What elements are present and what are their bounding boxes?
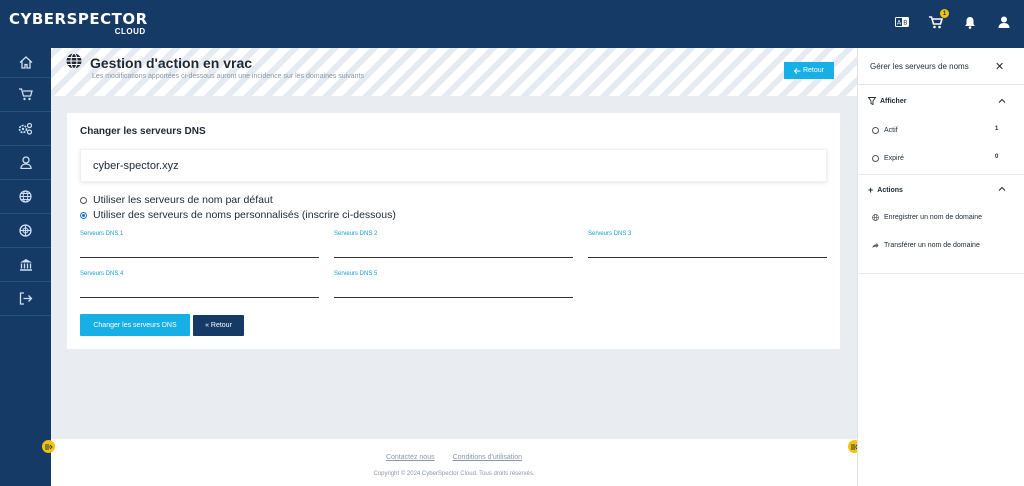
- language-icon[interactable]: AB: [894, 14, 910, 30]
- page-title: Gestion d'action en vrac: [90, 55, 253, 71]
- dns-field-2-label: Serveurs DNS 2: [334, 231, 378, 237]
- svg-text:A: A: [897, 20, 902, 27]
- filter-expired[interactable]: Expiré: [872, 155, 904, 162]
- user-icon: [19, 156, 32, 169]
- cart-count-badge: 1: [940, 9, 949, 18]
- brand-logo[interactable]: CYBERSPECTOR CLOUD: [9, 10, 148, 36]
- chevron-up-icon[interactable]: [998, 185, 1006, 193]
- footer: Contactez nous Conditions d'utilisation …: [51, 439, 857, 486]
- close-icon[interactable]: ✕: [995, 60, 1004, 73]
- bell-icon[interactable]: [962, 14, 978, 30]
- dns-card: Changer les serveurs DNS cyber-spector.x…: [67, 113, 840, 349]
- radio-default-ns-label: Utiliser les serveurs de nom par défaut: [93, 194, 273, 206]
- footer-copyright: Copyright © 2024 CyberSpector Cloud. Tou…: [373, 471, 535, 477]
- filter-expired-radio[interactable]: [872, 155, 879, 162]
- sidebar-item-cart[interactable]: [0, 78, 51, 112]
- sidebar-toggle-button[interactable]: [42, 440, 55, 453]
- filter-icon: [868, 97, 876, 105]
- globe-icon: [872, 214, 879, 221]
- share-icon: [872, 243, 879, 248]
- globe-icon: [19, 190, 32, 203]
- chevron-up-icon[interactable]: [998, 97, 1006, 105]
- plus-icon: +: [868, 185, 874, 195]
- filter-active-count: 1: [995, 126, 999, 132]
- filter-section-header[interactable]: Afficher: [868, 97, 906, 105]
- sidebar-item-domains[interactable]: [0, 180, 51, 214]
- dns-field-1[interactable]: Serveurs DNS 1: [80, 231, 319, 258]
- filter-active-label: Actif: [884, 127, 898, 134]
- radio-custom-ns-label: Utiliser des serveurs de noms personnali…: [93, 209, 396, 221]
- sidebar-item-services[interactable]: [0, 112, 51, 146]
- brand-sub: CLOUD: [114, 27, 146, 36]
- arrow-left-icon: [793, 67, 801, 74]
- back-button-top-label: Retour: [802, 67, 824, 74]
- dns-field-5[interactable]: Serveurs DNS 5: [334, 271, 573, 298]
- toggle-arrow-icon: [44, 444, 53, 449]
- action-register-domain-label: Enregistrer un nom de domaine: [884, 214, 983, 221]
- dns-field-4[interactable]: Serveurs DNS 4: [80, 271, 319, 298]
- right-panel: Gérer les serveurs de noms ✕ Afficher Ac…: [857, 48, 1024, 486]
- action-transfer-domain-label: Transférer un nom de domaine: [884, 242, 980, 249]
- back-button-top[interactable]: Retour: [784, 62, 834, 79]
- radio-custom-ns-control[interactable]: [80, 211, 87, 219]
- page-subtitle: Les modifications apportées ci-dessous a…: [92, 73, 364, 80]
- back-button[interactable]: « Retour: [193, 315, 244, 336]
- actions-section-header[interactable]: + Actions: [868, 185, 903, 195]
- network-globe-icon: [19, 224, 32, 237]
- footer-link-terms[interactable]: Conditions d'utilisation: [453, 454, 522, 461]
- dns-field-4-label: Serveurs DNS 4: [80, 271, 124, 277]
- sidebar-item-billing[interactable]: [0, 248, 51, 282]
- filter-active-radio[interactable]: [872, 127, 879, 134]
- globe-icon: [66, 53, 82, 69]
- filter-section-title: Afficher: [880, 97, 907, 105]
- filter-expired-count: 0: [995, 154, 999, 160]
- radio-default-ns-control[interactable]: [80, 196, 87, 204]
- action-transfer-domain[interactable]: Transférer un nom de domaine: [872, 242, 980, 249]
- user-icon[interactable]: [996, 14, 1012, 30]
- brand-name: CYBERSPECTOR: [9, 10, 148, 28]
- dns-field-3[interactable]: Serveurs DNS 3: [588, 231, 827, 258]
- action-register-domain[interactable]: Enregistrer un nom de domaine: [872, 214, 982, 221]
- panel-divider: [858, 174, 1024, 175]
- top-bar: CYBERSPECTOR CLOUD AB 1: [0, 0, 1024, 48]
- svg-text:B: B: [903, 20, 907, 27]
- panel-divider: [858, 273, 1024, 274]
- bank-icon: [19, 259, 32, 271]
- home-icon: [19, 56, 32, 69]
- dns-field-1-label: Serveurs DNS 1: [80, 231, 124, 237]
- sidebar-item-home[interactable]: [0, 48, 51, 78]
- card-title: Changer les serveurs DNS: [80, 126, 206, 137]
- filter-expired-label: Expiré: [884, 155, 904, 162]
- cart-icon[interactable]: 1: [928, 9, 949, 30]
- logout-icon: [19, 292, 32, 305]
- dns-field-2[interactable]: Serveurs DNS 2: [334, 231, 573, 258]
- radio-default-ns[interactable]: Utiliser les serveurs de nom par défaut: [80, 194, 273, 206]
- footer-link-contact[interactable]: Contactez nous: [386, 454, 435, 461]
- sidebar-item-logout[interactable]: [0, 282, 51, 316]
- panel-title: Gérer les serveurs de noms: [870, 62, 969, 71]
- dns-field-5-label: Serveurs DNS 5: [334, 271, 378, 277]
- domain-name-display: cyber-spector.xyz: [80, 149, 827, 182]
- cart-icon: [18, 88, 33, 101]
- sidebar-item-network[interactable]: [0, 214, 51, 248]
- change-dns-button[interactable]: Changer les serveurs DNS: [80, 314, 190, 336]
- radio-custom-ns[interactable]: Utiliser des serveurs de noms personnali…: [80, 209, 396, 221]
- gears-icon: [18, 122, 33, 135]
- panel-header: Gérer les serveurs de noms ✕: [858, 48, 1024, 85]
- actions-section-title: Actions: [877, 186, 903, 194]
- dns-field-3-label: Serveurs DNS 3: [588, 231, 632, 237]
- sidebar: [0, 48, 51, 486]
- sidebar-item-account[interactable]: [0, 146, 51, 180]
- filter-active[interactable]: Actif: [872, 127, 898, 134]
